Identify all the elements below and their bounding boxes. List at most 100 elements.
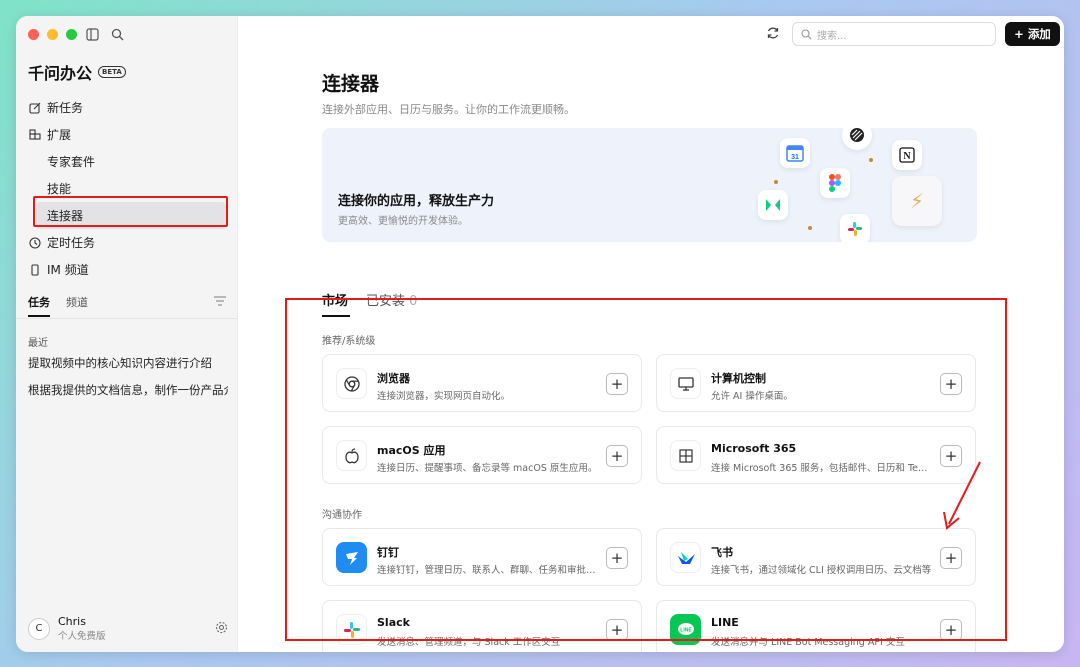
add-connector-button[interactable]: + [606,619,628,641]
phone-icon [28,263,41,276]
connector-name: 计算机控制 [711,372,766,385]
connector-card-browser[interactable]: 浏览器 连接浏览器，实现网页自动化。 + [322,354,642,412]
user-info: Chris 个人免费版 [58,615,106,642]
nav-skills[interactable]: 技能 [16,175,238,202]
connector-name: 钉钉 [377,546,399,559]
connector-name: macOS 应用 [377,444,446,457]
minimize-window-button[interactable] [47,29,58,40]
add-connector-button[interactable]: + [940,445,962,467]
connector-card-line[interactable]: LINE LINE 发送消息并与 LINE Bot Messaging API … [656,600,976,652]
linear-icon [842,128,872,150]
user-plan: 个人免费版 [58,631,106,642]
close-window-button[interactable] [28,29,39,40]
connector-card-dingtalk[interactable]: 钉钉 连接钉钉，管理日历、联系人、群聊、任务和审批流程 + [322,528,642,586]
page-subtitle: 连接外部应用、日历与服务。让你的工作流更顺畅。 [322,103,575,116]
promo-banner: 连接你的应用，释放生产力 更高效、更愉悦的开发体验。 31 N ⚡ [322,128,977,242]
banner-subtitle: 更高效、更愉悦的开发体验。 [338,216,468,227]
sidebar-nav: 新任务 扩展 专家套件 技能 连接器 定时任务 IM 频道 [16,94,238,283]
nav-expert-kits[interactable]: 专家套件 [16,148,238,175]
banner-title: 连接你的应用，释放生产力 [338,194,495,209]
nav-label: 专家套件 [47,155,96,169]
add-connector-button[interactable]: + [606,547,628,569]
svg-text:31: 31 [791,154,799,161]
connector-desc: 发送消息、管理频道，与 Slack 工作区交互 [377,637,561,648]
nav-extensions[interactable]: 扩展 [16,121,238,148]
decor-dot [808,226,812,230]
connector-name: Microsoft 365 [711,442,797,455]
tab-tasks[interactable]: 任务 [28,294,50,317]
clock-icon [28,236,41,249]
search-icon [801,28,812,39]
nav-scheduled-tasks[interactable]: 定时任务 [16,229,238,256]
connector-card-microsoft-365[interactable]: Microsoft 365 连接 Microsoft 365 服务，包括邮件、日… [656,426,976,484]
add-label: 添加 [1027,27,1051,41]
connector-tabs: 市场 已安装 0 [322,290,417,315]
sidebar-tabs: 任务 频道 [28,294,226,317]
search-icon[interactable] [109,26,125,42]
app-window: 千问办公 BETA 新任务 扩展 专家套件 技能 连接器 定时任务 IM 频道 … [16,16,1064,652]
add-connector-button[interactable]: + [606,445,628,467]
connector-name: Slack [377,616,410,629]
recent-task-item[interactable]: 提取视频中的核心知识内容进行介绍 [28,355,228,371]
add-connector-button[interactable]: + [940,619,962,641]
monitor-icon [670,368,701,399]
microsoft-icon [670,440,701,471]
nav-label: IM 频道 [47,263,89,277]
add-connector-button[interactable]: + [940,373,962,395]
active-tab-underline [322,315,350,317]
nav-label: 技能 [47,182,72,196]
notion-icon: N [892,140,922,170]
decor-dot [774,180,778,184]
maximize-window-button[interactable] [66,29,77,40]
slack-logo-icon [840,214,870,242]
recent-task-item[interactable]: 根据我提供的文档信息，制作一份产品介绍 [28,382,228,398]
nav-connectors[interactable]: 连接器 [36,202,226,229]
add-connector-button[interactable]: + [940,547,962,569]
gear-icon[interactable] [215,619,228,638]
dingtalk-icon [336,542,367,573]
app-name: 千问办公 [28,64,93,83]
calendar-icon: 31 [780,138,810,168]
figma-icon [820,168,850,198]
page-title: 连接器 [322,73,380,95]
tab-market[interactable]: 市场 [322,290,348,315]
sidebar-divider [16,318,238,319]
refresh-icon[interactable] [766,26,780,44]
svg-text:N: N [903,151,911,162]
connector-desc: 连接钉钉，管理日历、联系人、群聊、任务和审批流程 [377,565,599,576]
filter-icon[interactable] [214,295,226,316]
connector-card-macos-apps[interactable]: macOS 应用 连接日历、提醒事项、备忘录等 macOS 原生应用。 + [322,426,642,484]
feishu-icon [670,542,701,573]
apple-icon [336,440,367,471]
connector-card-feishu[interactable]: 飞书 连接飞书，通过领域化 CLI 授权调用日历、云文档等 + [656,528,976,586]
plus-icon: + [1014,27,1024,41]
search-input[interactable]: 搜索... [792,22,996,46]
tab-installed-label: 已安装 [366,294,406,309]
connector-card-slack[interactable]: Slack 发送消息、管理频道，与 Slack 工作区交互 + [322,600,642,652]
connector-card-computer-control[interactable]: 计算机控制 允许 AI 操作桌面。 + [656,354,976,412]
add-connector-button[interactable]: + [606,373,628,395]
sidebar-toggle-icon[interactable] [84,26,100,42]
app-brand: 千问办公 BETA [28,60,126,84]
user-profile[interactable]: C Chris 个人免费版 [28,615,228,642]
connector-desc: 发送消息并与 LINE Bot Messaging API 交互 [711,637,905,648]
plug-icon: ⚡ [892,176,942,226]
section-label: 沟通协作 [322,510,362,521]
search-placeholder: 搜索... [817,30,847,42]
tab-installed[interactable]: 已安装 0 [366,290,417,315]
connector-desc: 允许 AI 操作桌面。 [711,391,793,402]
sidebar: 千问办公 BETA 新任务 扩展 专家套件 技能 连接器 定时任务 IM 频道 … [16,16,238,652]
tab-channels[interactable]: 频道 [66,294,88,317]
avatar: C [28,617,50,640]
topbar: 搜索... + 添加 [238,16,1064,54]
spreadsheet-icon [758,190,788,220]
connector-desc: 连接浏览器，实现网页自动化。 [377,391,511,402]
nav-im-channels[interactable]: IM 频道 [16,256,238,283]
recent-label: 最近 [28,338,48,349]
nav-label: 新任务 [47,101,84,115]
nav-new-task[interactable]: 新任务 [16,94,238,121]
chrome-icon [336,368,367,399]
add-button[interactable]: + 添加 [1005,22,1060,46]
connector-desc: 连接飞书，通过领域化 CLI 授权调用日历、云文档等 [711,565,932,576]
connector-name: 飞书 [711,546,733,559]
